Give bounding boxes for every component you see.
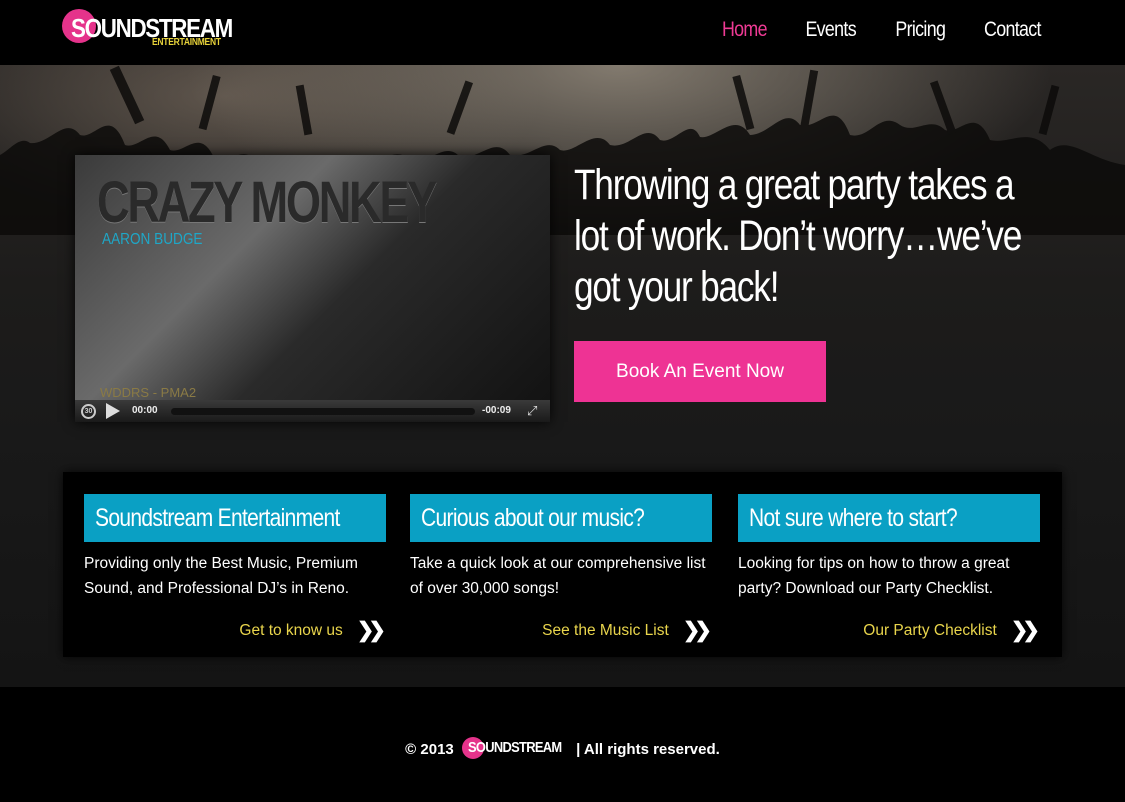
- column-text: Looking for tips on how to throw a great…: [738, 555, 1010, 597]
- party-checklist-link[interactable]: Our Party Checklist ❯❯: [863, 618, 1040, 643]
- double-chevron-right-icon: ❯❯: [1010, 619, 1040, 642]
- copyright-line: © 2013 SOUNDSTREAM | All rights reserved…: [0, 737, 1125, 759]
- column-heading: Curious about our music?: [410, 494, 712, 542]
- rights-text: | All rights reserved.: [576, 741, 720, 758]
- video-watermark: WDDRS - PMA2: [100, 385, 197, 400]
- column-heading: Not sure where to start?: [738, 494, 1040, 542]
- nav-events[interactable]: Events: [806, 18, 857, 42]
- info-panel: Soundstream Entertainment Providing only…: [63, 472, 1062, 657]
- main-nav: Home Events Pricing Contact: [718, 18, 1046, 42]
- footer-logo-wordmark: SOUNDSTREAM: [467, 739, 562, 756]
- footer-logo: SOUNDSTREAM: [461, 737, 568, 759]
- video-artist: AARON BUDGE: [102, 231, 203, 248]
- column-text: Providing only the Best Music, Premium S…: [84, 555, 358, 597]
- current-time: 00:00: [132, 405, 158, 416]
- double-chevron-right-icon: ❯❯: [356, 619, 386, 642]
- info-column-checklist: Not sure where to start? Looking for tip…: [738, 494, 1040, 642]
- get-to-know-us-link[interactable]: Get to know us ❯❯: [239, 618, 386, 643]
- column-heading: Soundstream Entertainment: [84, 494, 386, 542]
- info-column-music: Curious about our music? Take a quick lo…: [410, 494, 712, 642]
- site-logo[interactable]: SOUNDSTREAM ENTERTAINMENT: [62, 9, 242, 51]
- video-controls: 30 00:00 -00:09 ⤢: [75, 400, 550, 422]
- copyright-year: © 2013: [405, 741, 454, 758]
- remaining-time: -00:09: [482, 405, 511, 416]
- nav-contact[interactable]: Contact: [984, 18, 1041, 42]
- fullscreen-icon[interactable]: ⤢: [527, 404, 541, 418]
- hero-headline: Throwing a great party takes a lot of wo…: [574, 161, 1022, 311]
- site-header: SOUNDSTREAM ENTERTAINMENT Home Events Pr…: [0, 0, 1125, 65]
- double-chevron-right-icon: ❯❯: [682, 619, 712, 642]
- info-column-about: Soundstream Entertainment Providing only…: [84, 494, 386, 642]
- rewind-30-icon[interactable]: 30: [81, 404, 96, 419]
- video-player[interactable]: CRAZY MONKEY AARON BUDGE WDDRS - PMA2 30…: [75, 155, 550, 422]
- nav-pricing[interactable]: Pricing: [895, 18, 945, 42]
- see-music-list-link[interactable]: See the Music List ❯❯: [542, 618, 712, 643]
- logo-subtitle: ENTERTAINMENT: [152, 37, 221, 48]
- column-text: Take a quick look at our comprehensive l…: [410, 555, 706, 597]
- progress-bar[interactable]: [171, 408, 475, 415]
- hero-section: CRAZY MONKEY AARON BUDGE WDDRS - PMA2 30…: [0, 65, 1125, 687]
- nav-home[interactable]: Home: [722, 18, 768, 42]
- site-footer: © 2013 SOUNDSTREAM | All rights reserved…: [0, 687, 1125, 802]
- video-title: CRAZY MONKEY: [97, 170, 437, 235]
- play-icon[interactable]: [106, 403, 120, 419]
- book-event-button[interactable]: Book An Event Now: [574, 341, 826, 402]
